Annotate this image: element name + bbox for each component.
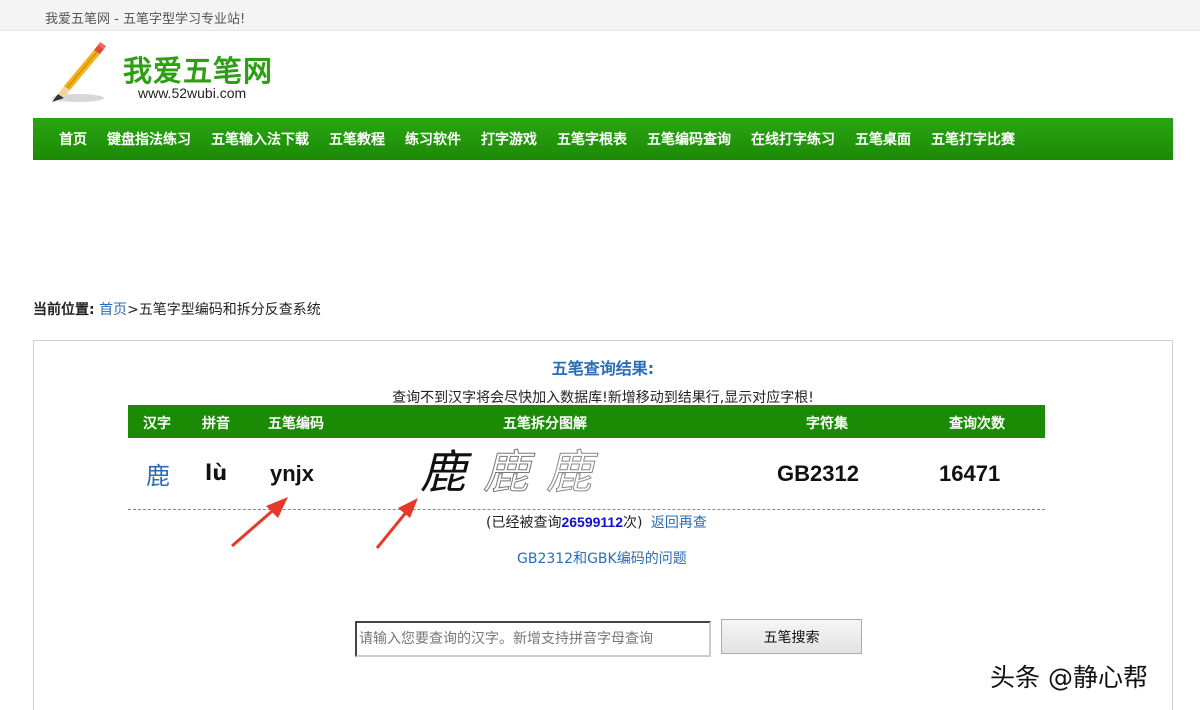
- search-button[interactable]: 五笔搜索: [721, 619, 862, 654]
- header-pinyin: 拼音: [202, 416, 230, 432]
- nav-item-desktop[interactable]: 五笔桌面: [855, 129, 911, 149]
- stats-number: 26599112: [561, 514, 623, 530]
- result-query-count: 16471: [939, 461, 1001, 486]
- header-char: 汉字: [143, 416, 171, 432]
- nav-item-typing-games[interactable]: 打字游戏: [481, 129, 537, 149]
- nav-item-code-lookup[interactable]: 五笔编码查询: [647, 129, 731, 149]
- nav-item-download[interactable]: 五笔输入法下载: [211, 129, 309, 149]
- top-bar: 我爱五笔网 - 五笔字型学习专业站!: [0, 0, 1200, 31]
- gb-encoding-link[interactable]: GB2312和GBK编码的问题: [517, 548, 687, 568]
- nav-item-keyboard-practice[interactable]: 键盘指法练习: [107, 129, 191, 149]
- arrow-icon: [375, 498, 418, 549]
- nav-item-radical-chart[interactable]: 五笔字根表: [557, 129, 627, 149]
- decomp-glyph-outline: 鹿: [483, 445, 530, 500]
- nav-item-home[interactable]: 首页: [59, 129, 87, 149]
- stats-prefix: (已经被查询: [486, 515, 562, 531]
- stats-suffix: 次): [623, 515, 643, 531]
- nav-item-online-practice[interactable]: 在线打字练习: [751, 129, 835, 149]
- logo-url: www.52wubi.com: [138, 85, 247, 101]
- result-title: 五笔查询结果:: [551, 359, 655, 378]
- nav-item-software[interactable]: 练习软件: [405, 129, 461, 149]
- logo-title: 我爱五笔网: [123, 54, 274, 88]
- breadcrumb-label: 当前位置:: [33, 302, 95, 318]
- header-code: 五笔编码: [268, 416, 324, 432]
- watermark: 头条 @静心帮: [990, 663, 1148, 692]
- result-table-header: 汉字 拼音 五笔编码 五笔拆分图解 字符集 查询次数: [128, 405, 1045, 438]
- result-panel: 五笔查询结果: 查询不到汉字将会尽快加入数据库!新增移动到结果行,显示对应字根!…: [33, 340, 1173, 710]
- result-notice: 查询不到汉字将会尽快加入数据库!新增移动到结果行,显示对应字根!: [392, 390, 814, 406]
- pencil-icon: [52, 42, 106, 102]
- nav-item-contest[interactable]: 五笔打字比赛: [931, 129, 1015, 149]
- result-pinyin: lù: [205, 461, 228, 485]
- nav-item-tutorial[interactable]: 五笔教程: [329, 129, 385, 149]
- search-input[interactable]: [355, 621, 711, 657]
- breadcrumb: 当前位置: 首页>五笔字型编码和拆分反查系统: [33, 299, 321, 319]
- decomp-glyph-outline: 鹿: [546, 445, 593, 500]
- arrow-icon: [231, 497, 288, 548]
- breadcrumb-current: >五笔字型编码和拆分反查系统: [127, 302, 321, 318]
- decomp-glyph-full: 鹿: [420, 445, 466, 499]
- decomposition-diagram: 鹿 鹿 鹿: [420, 441, 620, 503]
- header-count: 查询次数: [949, 416, 1005, 432]
- back-link[interactable]: 返回再查: [651, 515, 707, 531]
- breadcrumb-home-link[interactable]: 首页: [99, 302, 127, 318]
- site-tagline: 我爱五笔网 - 五笔字型学习专业站!: [45, 12, 246, 27]
- header-decomp: 五笔拆分图解: [503, 416, 587, 432]
- header-charset: 字符集: [806, 416, 848, 432]
- site-logo[interactable]: 我爱五笔网 www.52wubi.com: [48, 40, 298, 110]
- result-charset: GB2312: [777, 461, 859, 486]
- result-char[interactable]: 鹿: [146, 456, 170, 491]
- main-nav: 首页 键盘指法练习 五笔输入法下载 五笔教程 练习软件 打字游戏 五笔字根表 五…: [33, 118, 1173, 160]
- query-stats: (已经被查询26599112次) 返回再查: [486, 512, 707, 532]
- result-wubi-code: ynjx: [270, 461, 315, 486]
